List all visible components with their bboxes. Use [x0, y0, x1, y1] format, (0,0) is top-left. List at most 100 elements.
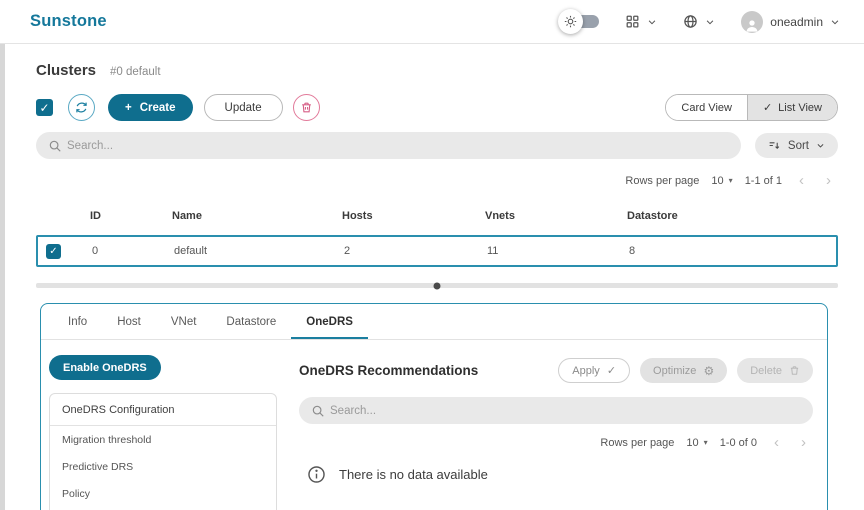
- config-item-policy[interactable]: Policy: [50, 480, 276, 507]
- sort-label: Sort: [788, 140, 809, 152]
- info-icon: [307, 465, 326, 484]
- gear-icon: ⚙: [703, 364, 714, 378]
- list-view-label: List View: [778, 102, 822, 114]
- cell-hosts: 2: [344, 245, 487, 257]
- chevron-down-icon: [816, 141, 825, 150]
- column-hosts: Hosts: [342, 210, 485, 222]
- enable-onedrs-button[interactable]: Enable OneDRS: [49, 355, 161, 380]
- detail-panel: Info Host VNet Datastore OneDRS Enable O…: [40, 303, 828, 510]
- trash-icon: [789, 365, 800, 376]
- sidebar-rail[interactable]: [0, 44, 5, 510]
- onedrs-config-list: OneDRS Configuration Migration threshold…: [49, 393, 277, 510]
- list-view-button[interactable]: ✓ List View: [747, 95, 837, 120]
- delete-label: Delete: [750, 365, 782, 377]
- row-checkbox[interactable]: ✓: [46, 244, 61, 259]
- view-toggle-group: Card View ✓ List View: [665, 94, 838, 121]
- config-item-migration-threshold[interactable]: Migration threshold: [50, 426, 276, 453]
- update-button[interactable]: Update: [204, 94, 283, 121]
- prev-page-button[interactable]: ‹: [794, 172, 809, 189]
- rows-per-page-select[interactable]: 10 ▾: [711, 175, 732, 187]
- search-input[interactable]: [67, 140, 729, 152]
- tab-info[interactable]: Info: [53, 304, 102, 339]
- globe-icon: [683, 14, 698, 29]
- language-menu-button[interactable]: [683, 14, 715, 29]
- app-header: Sunstone: [0, 0, 864, 44]
- recommendations-header: OneDRS Recommendations Apply ✓ Optimize …: [299, 358, 813, 383]
- apps-menu-button[interactable]: [625, 14, 657, 29]
- delete-recommendation-button[interactable]: Delete: [737, 358, 813, 383]
- search-bar[interactable]: [36, 132, 741, 159]
- sort-icon: [768, 139, 781, 152]
- tab-vnet[interactable]: VNet: [156, 304, 212, 339]
- rows-per-page-select[interactable]: 10 ▾: [686, 437, 707, 449]
- trash-icon: [300, 101, 313, 114]
- column-name: Name: [172, 210, 342, 222]
- card-view-button[interactable]: Card View: [666, 95, 747, 120]
- recommendations-actions: Apply ✓ Optimize ⚙ Delete: [558, 358, 813, 383]
- table-row[interactable]: ✓ 0 default 2 11 8: [36, 235, 838, 267]
- caret-down-icon: ▾: [704, 438, 708, 447]
- rows-per-page-value: 10: [711, 175, 723, 187]
- onedrs-left-column: Enable OneDRS OneDRS Configuration Migra…: [49, 355, 277, 510]
- refresh-icon: [75, 101, 88, 114]
- create-button-label: Create: [140, 102, 176, 114]
- page-title: Clusters: [36, 62, 96, 79]
- main-content: Clusters #0 default ✓ + Create Update: [0, 44, 864, 510]
- chevron-down-icon: [705, 17, 715, 27]
- config-item-predictive-drs[interactable]: Predictive DRS: [50, 453, 276, 480]
- onedrs-right-column: OneDRS Recommendations Apply ✓ Optimize …: [299, 355, 813, 510]
- cell-id: 0: [82, 245, 174, 257]
- cell-name: default: [174, 245, 344, 257]
- check-icon: ✓: [763, 101, 772, 114]
- row-checkbox-cell: ✓: [38, 244, 82, 259]
- splitter-handle[interactable]: [36, 283, 838, 288]
- select-all-checkbox[interactable]: ✓: [36, 99, 53, 116]
- page-range: 1-1 of 1: [745, 175, 782, 187]
- apply-button[interactable]: Apply ✓: [558, 358, 630, 383]
- rows-per-page-label: Rows per page: [625, 175, 699, 187]
- app-root: Sunstone: [0, 0, 864, 510]
- apps-grid-icon: [625, 14, 640, 29]
- clusters-table: ID Name Hosts Vnets Datastore ✓ 0 defaul…: [36, 201, 838, 267]
- delete-button[interactable]: [293, 94, 320, 121]
- user-menu-button[interactable]: oneadmin: [741, 11, 840, 33]
- recommendations-title: OneDRS Recommendations: [299, 363, 478, 378]
- next-page-button[interactable]: ›: [796, 434, 811, 451]
- plus-icon: +: [125, 102, 132, 114]
- theme-toggle-switch[interactable]: [558, 9, 599, 34]
- optimize-button[interactable]: Optimize ⚙: [640, 358, 727, 383]
- prev-page-button[interactable]: ‹: [769, 434, 784, 451]
- avatar: [741, 11, 763, 33]
- optimize-label: Optimize: [653, 365, 696, 377]
- create-button[interactable]: + Create: [108, 94, 193, 121]
- toolbar: ✓ + Create Update: [36, 94, 838, 121]
- user-name: oneadmin: [770, 15, 823, 29]
- next-page-button[interactable]: ›: [821, 172, 836, 189]
- onedrs-panel: Enable OneDRS OneDRS Configuration Migra…: [41, 340, 827, 510]
- recommendations-search-bar[interactable]: [299, 397, 813, 424]
- page-range: 1-0 of 0: [720, 437, 757, 449]
- refresh-button[interactable]: [68, 94, 95, 121]
- tab-datastore[interactable]: Datastore: [211, 304, 291, 339]
- config-item-configuration[interactable]: OneDRS Configuration: [50, 394, 276, 426]
- detail-tabs: Info Host VNet Datastore OneDRS: [41, 304, 827, 340]
- title-row: Clusters #0 default: [36, 62, 838, 79]
- search-icon: [48, 139, 62, 153]
- pagination-recommendations: Rows per page 10 ▾ 1-0 of 0 ‹ ›: [299, 434, 811, 451]
- empty-message: There is no data available: [339, 467, 488, 482]
- table-header: ID Name Hosts Vnets Datastore: [36, 201, 838, 235]
- page-subtitle: #0 default: [110, 66, 161, 78]
- recommendations-search-input[interactable]: [330, 405, 801, 417]
- chevron-down-icon: [647, 17, 657, 27]
- tab-host[interactable]: Host: [102, 304, 156, 339]
- sun-icon: [558, 9, 583, 34]
- header-controls: oneadmin: [558, 9, 840, 34]
- empty-state: There is no data available: [307, 465, 813, 484]
- column-datastore: Datastore: [627, 210, 838, 222]
- splitter-dot-icon: [434, 282, 441, 289]
- chevron-down-icon: [830, 17, 840, 27]
- sort-button[interactable]: Sort: [755, 133, 838, 158]
- column-vnets: Vnets: [485, 210, 627, 222]
- tab-onedrs[interactable]: OneDRS: [291, 304, 368, 339]
- pagination-top: Rows per page 10 ▾ 1-1 of 1 ‹ ›: [36, 172, 836, 189]
